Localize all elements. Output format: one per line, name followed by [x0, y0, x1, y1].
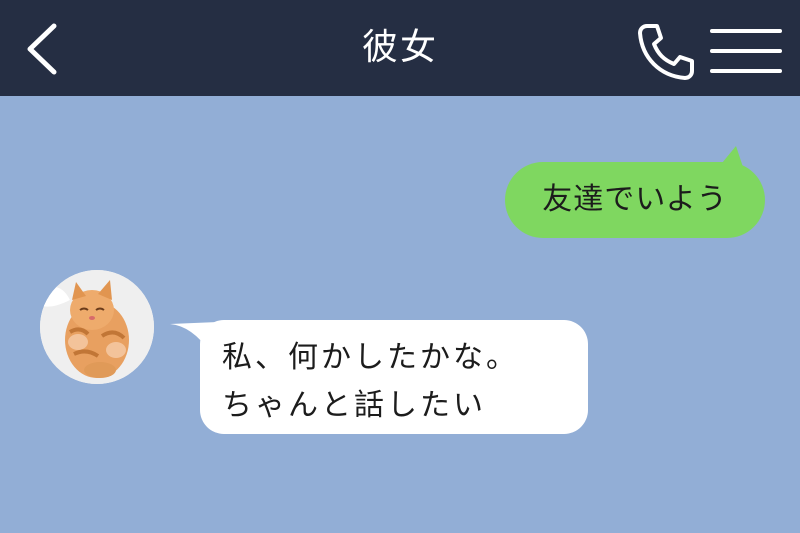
chat-header: 彼女: [0, 0, 800, 96]
hamburger-menu-icon[interactable]: [708, 26, 784, 76]
sent-message-text: 友達でいよう: [542, 182, 728, 217]
chevron-left-icon[interactable]: [18, 20, 68, 78]
cat-avatar-image: [40, 270, 154, 384]
received-message-bubble[interactable]: 私、何かしたかな。 ちゃんと話したい: [200, 320, 588, 434]
received-message-line-1: 私、何かしたかな。: [222, 340, 519, 375]
phone-icon[interactable]: [634, 20, 698, 82]
sent-message-bubble[interactable]: 友達でいよう: [505, 162, 765, 238]
avatar[interactable]: [40, 270, 154, 384]
received-message-line-2: ちゃんと話したい: [222, 388, 486, 423]
